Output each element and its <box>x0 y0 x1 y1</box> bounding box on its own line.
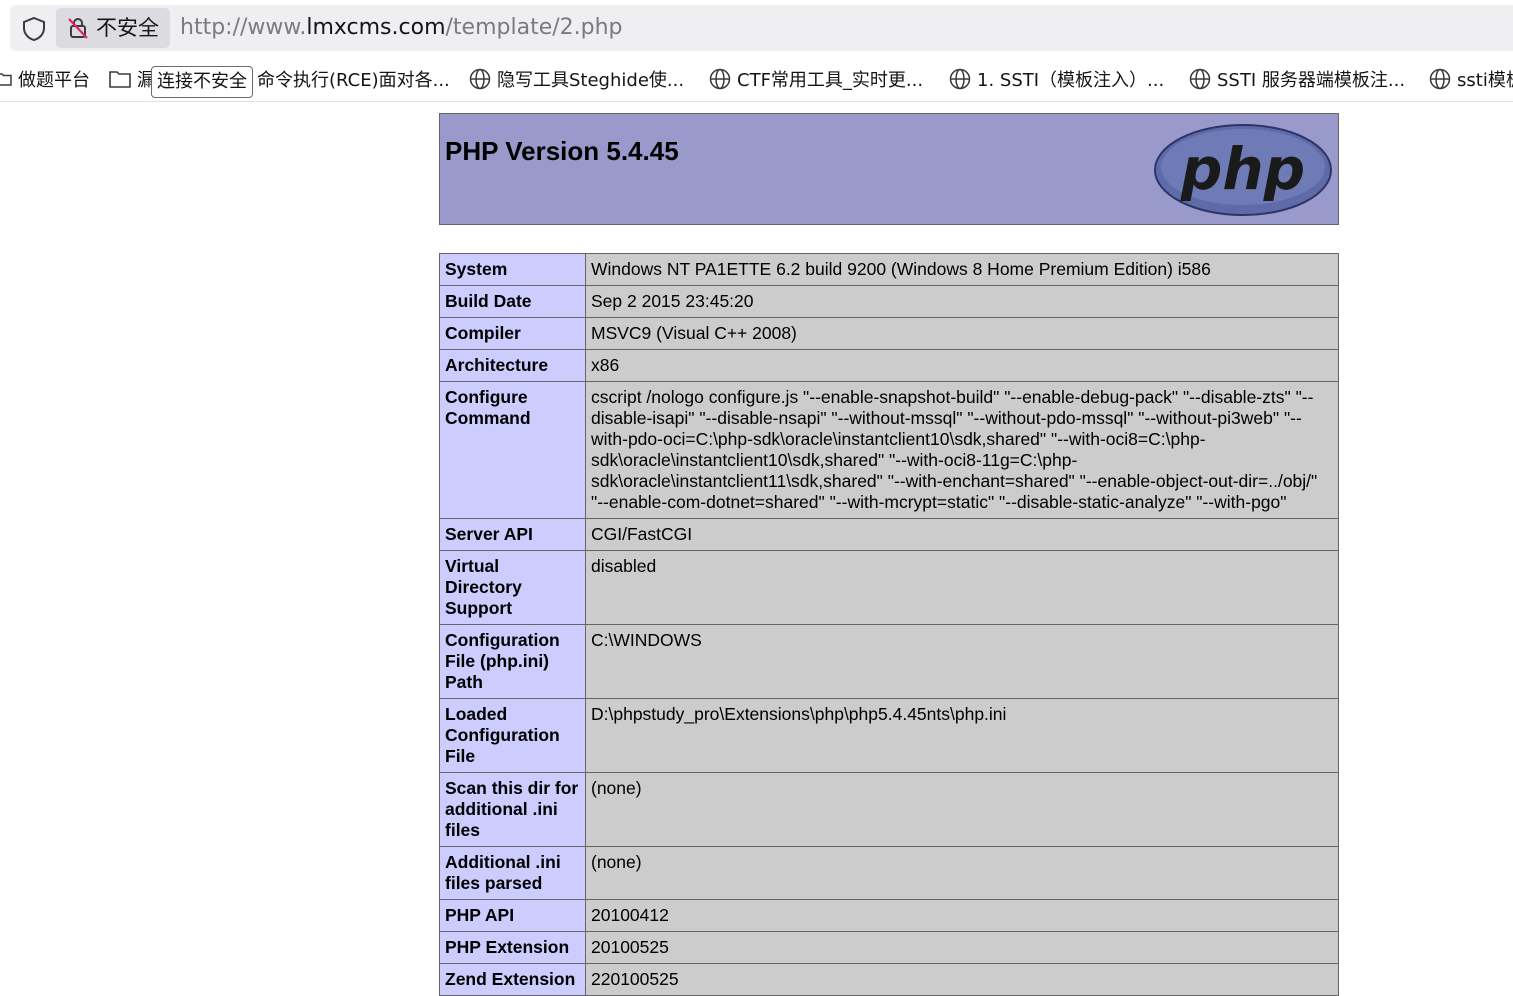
bookmark-item-rce[interactable]: 命令执行(RCE)面对各... <box>257 67 450 91</box>
phpinfo-content: PHP Version 5.4.45 php System Windows NT … <box>439 113 1339 996</box>
security-label: 不安全 <box>96 16 159 40</box>
row-key: Virtual Directory Support <box>439 550 586 625</box>
url-text[interactable]: http://www.lmxcms.com/template/2.php <box>180 15 623 41</box>
folder-icon <box>109 71 131 88</box>
row-key: Scan this dir for additional .ini files <box>439 772 586 847</box>
php-logo[interactable]: php <box>1153 123 1333 217</box>
table-row: Additional .ini files parsed (none) <box>439 846 1339 900</box>
globe-icon <box>949 68 971 90</box>
bookmark-label: 做题平台 <box>18 70 90 91</box>
row-value: Windows NT PA1ETTE 6.2 build 9200 (Windo… <box>585 253 1339 286</box>
row-key: Architecture <box>439 349 586 382</box>
url-path: /template/2.php <box>445 15 623 40</box>
row-value: cscript /nologo configure.js "--enable-s… <box>585 381 1339 519</box>
insecure-lock-icon <box>68 18 88 39</box>
bookmark-item-ssti-3[interactable]: ssti模板 <box>1429 67 1513 91</box>
table-row: PHP Extension 20100525 <box>439 931 1339 964</box>
row-value: 20100412 <box>585 899 1339 932</box>
phpinfo-header: PHP Version 5.4.45 php <box>439 113 1339 225</box>
row-key: PHP API <box>439 899 586 932</box>
row-key: Build Date <box>439 285 586 318</box>
bookmark-label: CTF常用工具_实时更... <box>737 70 924 91</box>
info-table: System Windows NT PA1ETTE 6.2 build 9200 … <box>439 253 1339 996</box>
table-row: Server API CGI/FastCGI <box>439 518 1339 551</box>
row-key: Configure Command <box>439 381 586 519</box>
bookmark-item-ctf-tools[interactable]: CTF常用工具_实时更... <box>709 67 923 91</box>
row-value: (none) <box>585 772 1339 847</box>
bookmark-item-ssti-2[interactable]: SSTI 服务器端模板注... <box>1189 67 1405 91</box>
row-key: Server API <box>439 518 586 551</box>
row-value: MSVC9 (Visual C++ 2008) <box>585 317 1339 350</box>
row-value: x86 <box>585 349 1339 382</box>
row-value: disabled <box>585 550 1339 625</box>
row-value: Sep 2 2015 23:45:20 <box>585 285 1339 318</box>
globe-icon <box>709 68 731 90</box>
row-value: (none) <box>585 846 1339 900</box>
browser-toolbar: 不安全 http://www.lmxcms.com/template/2.php <box>0 0 1513 57</box>
globe-icon <box>1429 68 1451 90</box>
table-row: Architecture x86 <box>439 349 1339 382</box>
tracking-protection-shield-icon[interactable] <box>21 16 47 42</box>
page-title: PHP Version 5.4.45 <box>445 136 679 166</box>
globe-icon <box>1189 68 1211 90</box>
row-key: System <box>439 253 586 286</box>
table-row: PHP API 20100412 <box>439 899 1339 932</box>
table-row: Loaded Configuration File D:\phpstudy_pro… <box>439 698 1339 773</box>
url-prefix: http://www. <box>180 15 307 40</box>
bookmark-folder-2[interactable]: 漏 <box>109 67 155 91</box>
url-host: lmxcms.com <box>306 15 446 40</box>
bookmark-label: 命令执行(RCE)面对各... <box>257 70 450 91</box>
table-row: Configuration File (php.ini) Path C:\WIND… <box>439 624 1339 699</box>
logo-text: php <box>1180 135 1305 203</box>
row-key: Configuration File (php.ini) Path <box>439 624 586 699</box>
table-row: Scan this dir for additional .ini files(… <box>439 772 1339 847</box>
table-row: Compiler MSVC9 (Visual C++ 2008) <box>439 317 1339 350</box>
row-key: PHP Extension <box>439 931 586 964</box>
bookmark-item-steghide[interactable]: 隐写工具Steghide使... <box>469 67 684 91</box>
row-value: 20100525 <box>585 931 1339 964</box>
connection-tooltip: 连接不安全 <box>151 66 253 98</box>
folder-icon <box>0 73 12 86</box>
table-row: System Windows NT PA1ETTE 6.2 build 9200 … <box>439 253 1339 286</box>
bookmark-label: SSTI 服务器端模板注... <box>1217 70 1406 91</box>
bookmark-item-ssti-1[interactable]: 1. SSTI（模板注入）... <box>949 67 1164 91</box>
bookmark-label: 隐写工具Steghide使... <box>497 70 685 91</box>
row-key: Loaded Configuration File <box>439 698 586 773</box>
row-key: Additional .ini files parsed <box>439 846 586 900</box>
row-value: C:\WINDOWS <box>585 624 1339 699</box>
row-key: Zend Extension <box>439 963 586 996</box>
table-row: Build Date Sep 2 2015 23:45:20 <box>439 285 1339 318</box>
bookmark-folder-1[interactable]: 做题平台 <box>0 67 90 91</box>
table-row: Virtual Directory Support disabled <box>439 550 1339 625</box>
row-value: CGI/FastCGI <box>585 518 1339 551</box>
table-row: Configure Command cscript /nologo configu… <box>439 381 1339 519</box>
globe-icon <box>469 68 491 90</box>
bookmark-label: ssti模板 <box>1457 70 1513 91</box>
row-value: 220100525 <box>585 963 1339 996</box>
table-row: Zend Extension 220100525 <box>439 963 1339 996</box>
row-value: D:\phpstudy_pro\Extensions\php\php5.4.45… <box>585 698 1339 773</box>
bookmark-label: 1. SSTI（模板注入）... <box>977 70 1165 91</box>
row-key: Compiler <box>439 317 586 350</box>
security-indicator[interactable]: 不安全 <box>56 8 170 48</box>
